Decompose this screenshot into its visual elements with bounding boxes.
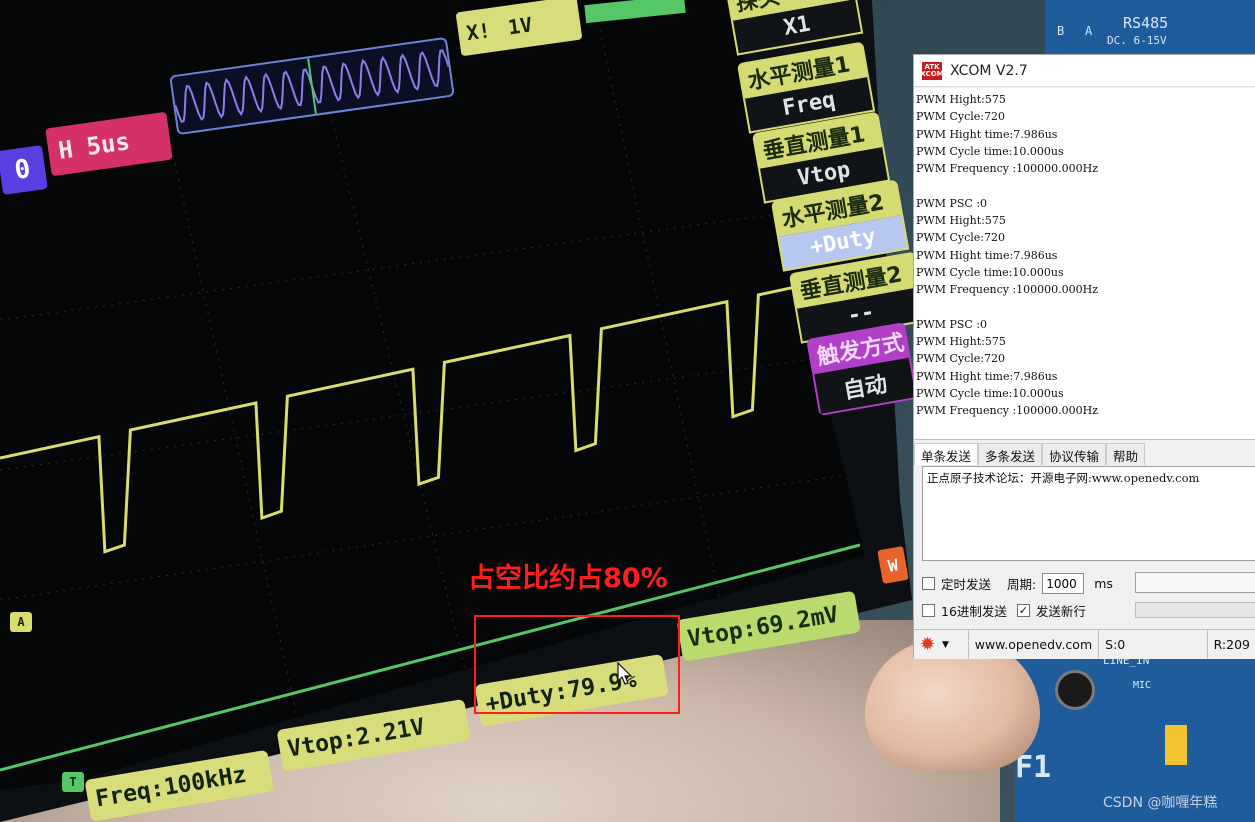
send-progress [1135,602,1255,618]
status-settings[interactable]: ✹ ▼ [914,630,969,659]
voltage-label: DC. 6-15V [1107,34,1167,47]
receive-line: PWM Cycle:720 [916,352,1005,366]
status-recv-count: R:209 [1213,637,1250,652]
send-input[interactable]: 正点原子技术论坛：开源电子网:www.openedv.com [922,466,1255,561]
tab-multi-send[interactable]: 多条发送 [978,443,1043,465]
receive-line: PWM Hight:575 [916,93,1006,106]
timebase-h-label: H [56,135,75,165]
hex-send-label: 16进制发送 [941,604,1007,619]
receive-line: PWM Frequency :100000.000Hz [916,162,1099,176]
send-button-area[interactable] [1135,572,1255,593]
receive-line: PWM Cycle time:10.000us [916,387,1064,401]
timed-send-label: 定时发送 [941,577,992,592]
timed-send-checkbox[interactable] [922,577,935,590]
xcom-titlebar[interactable]: ATK XCOM XCOM V2.7 [914,55,1255,87]
pin-b-label: B [1057,24,1065,38]
hex-send-row: 16进制发送 ✓ 发送新行 [922,601,1086,620]
newline-label: 发送新行 [1035,604,1086,619]
time-marker: T [62,772,84,792]
dropdown-arrow-icon[interactable]: ▼ [942,640,949,650]
receive-line [916,177,1255,194]
send-text: 正点原子技术论坛：开源电子网:www.openedv.com [927,471,1200,485]
grid-horizontal-low [0,469,865,601]
receive-line: PWM Hight time:7.986us [916,369,1058,383]
grid-horizontal-high [0,199,865,321]
trigger-level-marker: A [10,612,32,632]
receive-line [916,299,1255,316]
tab-protocol[interactable]: 协议传输 [1042,443,1107,465]
period-input[interactable] [1042,573,1085,594]
receive-line: PWM Hight:575 [916,335,1006,349]
grid-vertical-center [324,89,471,691]
channel-badge: 0 [0,145,48,195]
gear-icon[interactable]: ✹ [920,635,938,654]
annotation-text: 占空比约占80% [468,563,668,594]
receive-line: PWM Frequency :100000.000Hz [916,283,1099,297]
timebase-value: 5us [84,127,132,162]
receive-line: PWM PSC :0 [916,196,988,210]
timed-send-row: 定时发送 周期: ms [922,573,1113,594]
status-url[interactable]: www.openedv.com [969,630,1100,659]
receive-line: PWM Cycle:720 [916,110,1005,124]
send-tabs: 单条发送 多条发送 协议传输 帮助 [914,443,1146,465]
mic-icon [1055,670,1095,710]
receive-line: PWM Hight time:7.986us [916,248,1058,262]
rs485-label: RS485 [1123,14,1169,32]
watermark: CSDN @咖喱年糕 [1103,795,1218,811]
xcom-logo-icon: ATK XCOM [920,61,944,80]
tab-help[interactable]: 帮助 [1106,443,1146,465]
thumb [865,640,1040,770]
hex-send-checkbox[interactable] [922,604,935,617]
pin-a-label: A [1085,24,1093,38]
xcom-window: ATK XCOM XCOM V2.7 PWM Hight:575 PWM Cycle… [913,54,1255,659]
period-label: 周期: [1007,577,1037,592]
period-unit: ms [1094,576,1113,591]
receive-area[interactable]: PWM Hight:575 PWM Cycle:720 PWM Hight time… [914,88,1255,440]
annotation-highlight-box [474,615,680,714]
pwm-waveform [0,261,865,554]
newline-checkbox[interactable]: ✓ [1016,604,1030,617]
tab-single-send[interactable]: 单条发送 [914,443,979,465]
receive-line: PWM Cycle:720 [916,231,1005,245]
grid-vertical-right [599,29,721,601]
mic-label: MIC [1133,680,1152,691]
pcb-top-right: RS485 DC. 6-15V B A [1045,0,1255,55]
right-edge-badge: W [877,546,909,584]
receive-line: PWM Cycle time:10.000us [916,144,1064,158]
status-sent-count: S:0 [1099,630,1208,659]
receive-line: PWM Frequency :100000.000Hz [916,404,1099,418]
receive-line: PWM PSC :0 [916,317,988,331]
xcom-title: XCOM V2.7 [950,62,1028,79]
receive-line: PWM Hight:575 [916,214,1006,228]
status-bar: ✹ ▼ www.openedv.com S:0 R:209 [914,629,1255,659]
grid-horizontal-mid [0,349,865,471]
receive-line: PWM Hight time:7.986us [916,127,1058,141]
probe-x-label: X! [464,18,493,46]
jumper-icon [1165,725,1187,765]
grid-vertical-left [169,139,301,731]
probe-x-value: 1V [506,12,534,40]
receive-line: PWM Cycle time:10.000us [916,265,1064,279]
